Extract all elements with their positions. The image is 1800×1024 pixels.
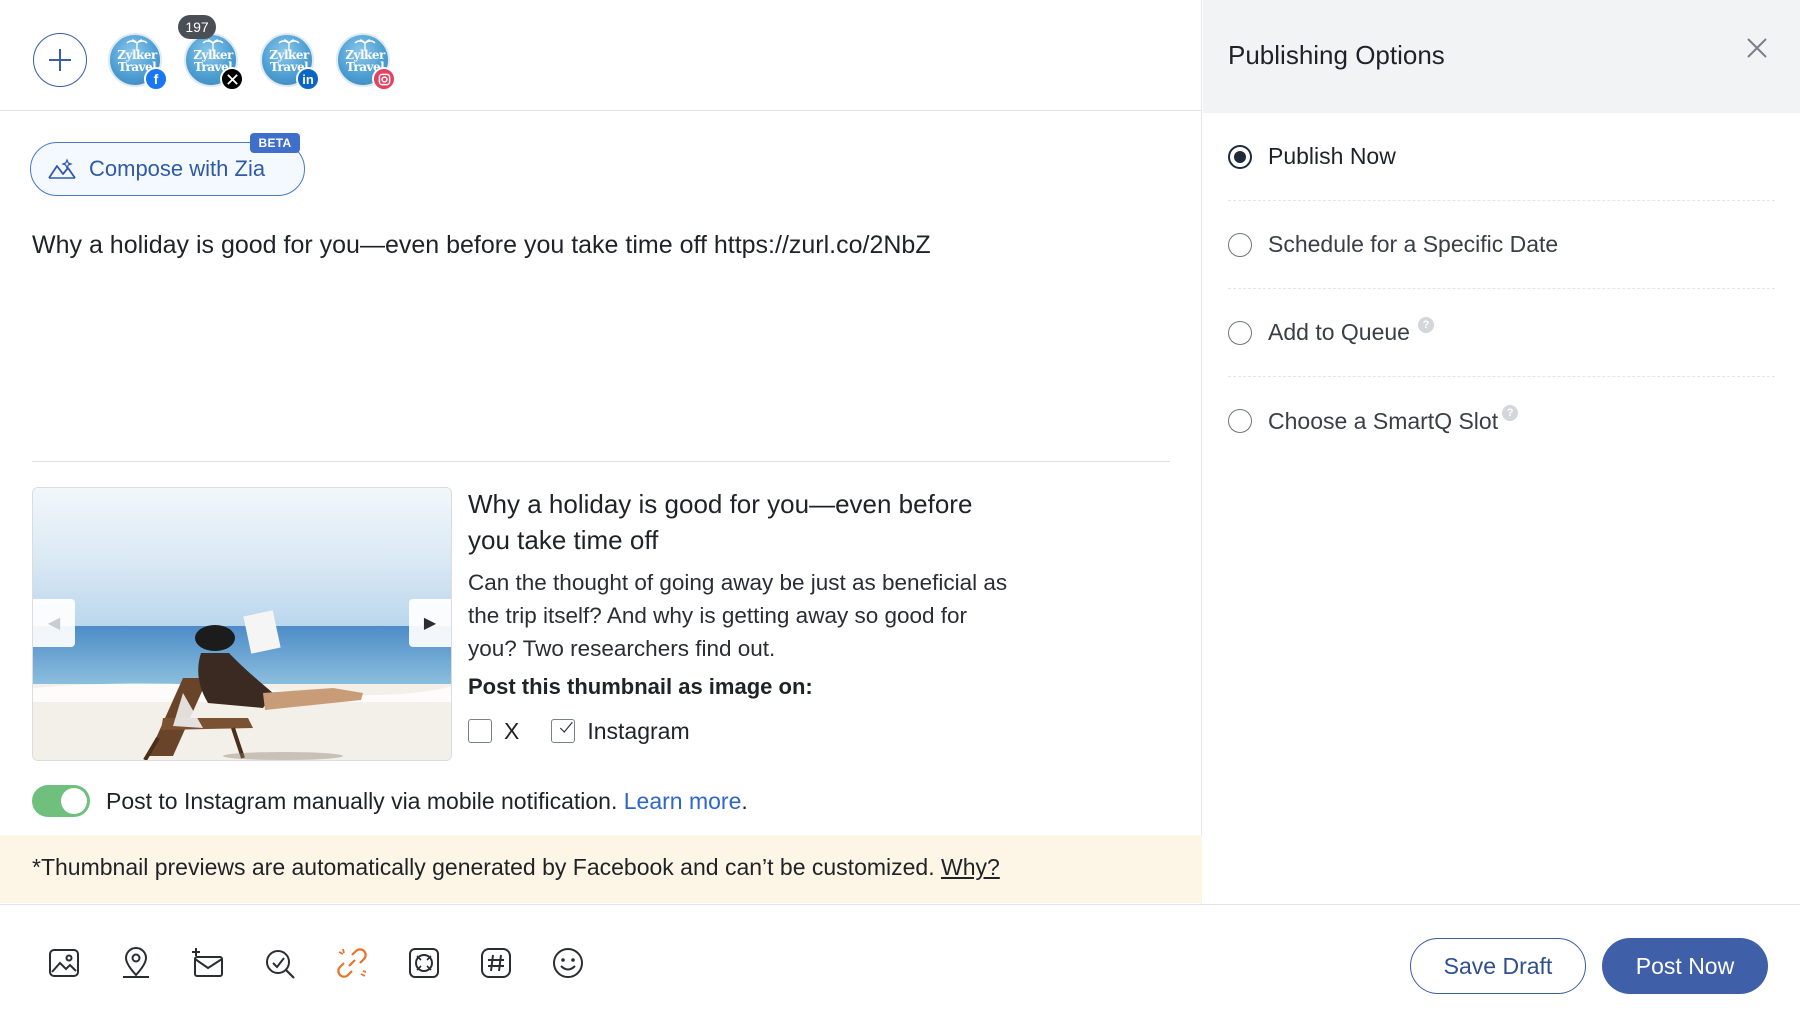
tag-search-icon — [266, 950, 295, 979]
publishing-options-panel: Publishing Options Publish Now Schedule … — [1203, 0, 1800, 904]
option-smartq-slot[interactable]: Choose a SmartQ Slot ? — [1228, 377, 1775, 465]
account-avatar-instagram[interactable]: Zylker Travel — [336, 33, 396, 91]
tag-search-button[interactable] — [260, 943, 300, 983]
compose-with-zia-label: Compose with Zia — [89, 156, 266, 181]
radio-icon — [1228, 409, 1252, 433]
instagram-manual-text: Post to Instagram manually via mobile no… — [106, 787, 748, 814]
option-schedule[interactable]: Schedule for a Specific Date — [1228, 201, 1775, 289]
linkedin-icon: in — [296, 67, 320, 91]
hashtag-button[interactable] — [476, 943, 516, 983]
thumbnail-next-button[interactable]: ▶ — [409, 599, 451, 647]
link-shortener-button[interactable] — [332, 943, 372, 983]
option-label: Choose a SmartQ Slot — [1268, 407, 1499, 434]
add-account-button[interactable] — [33, 33, 87, 87]
checkbox-instagram-label: Instagram — [587, 717, 690, 744]
radio-selected-icon — [1228, 144, 1252, 169]
link-shortener-icon — [337, 948, 367, 978]
option-add-to-queue[interactable]: Add to Queue ? — [1228, 289, 1775, 377]
instagram-manual-row: Post to Instagram manually via mobile no… — [32, 785, 748, 817]
instagram-manual-toggle[interactable] — [32, 785, 90, 817]
facebook-icon: f — [144, 67, 168, 91]
emoji-button[interactable] — [548, 943, 588, 983]
checkbox-x-label: X — [504, 717, 520, 744]
location-icon — [123, 947, 149, 978]
checkmark-icon — [560, 721, 574, 733]
thumbnail-prev-button[interactable]: ◀ — [33, 599, 75, 647]
thumbnail-post-label: Post this thumbnail as image on: — [468, 674, 813, 699]
add-image-button[interactable] — [44, 943, 84, 983]
beach-thumbnail-image — [33, 488, 451, 760]
beta-badge: BETA — [250, 133, 300, 153]
checkbox-instagram[interactable]: Instagram — [551, 717, 690, 745]
account-avatar-x[interactable]: Zylker Travel 197 — [178, 15, 244, 91]
post-text-area[interactable]: Why a holiday is good for you—even befor… — [32, 228, 1162, 262]
radio-icon — [1228, 232, 1252, 257]
thumbnail-network-options: X Instagram — [468, 716, 722, 746]
hashtag-icon — [481, 948, 511, 978]
option-label: Add to Queue — [1268, 319, 1410, 345]
thumbnail-notice: *Thumbnail previews are automatically ge… — [0, 835, 1202, 903]
close-icon[interactable] — [1742, 33, 1772, 63]
option-publish-now[interactable]: Publish Now — [1228, 113, 1775, 201]
option-label: Publish Now — [1268, 143, 1396, 169]
link-preview-title: Why a holiday is good for you—even befor… — [468, 489, 973, 555]
accounts-bar: Zylker Travel f Zylker Travel 197 Zylker… — [0, 0, 1202, 111]
radio-icon — [1228, 320, 1252, 345]
photo-filter-button[interactable] — [404, 943, 444, 983]
image-icon — [49, 949, 79, 977]
publishing-options-title: Publishing Options — [1228, 40, 1445, 70]
help-icon[interactable]: ? — [1417, 316, 1434, 333]
plus-icon — [49, 49, 71, 71]
photo-filter-icon — [409, 948, 439, 978]
save-draft-button[interactable]: Save Draft — [1410, 938, 1586, 994]
emoji-icon — [553, 948, 583, 978]
help-icon[interactable]: ? — [1502, 405, 1519, 421]
notice-why-link[interactable]: Why? — [941, 854, 1000, 880]
checkbox-box — [468, 719, 492, 743]
learn-more-link[interactable]: Learn more — [624, 788, 742, 814]
zia-icon — [48, 158, 76, 179]
account-count-badge: 197 — [178, 15, 216, 39]
add-location-button[interactable] — [116, 943, 156, 983]
add-mail-icon — [192, 948, 223, 977]
instagram-icon — [372, 67, 396, 91]
composer-divider — [32, 461, 1170, 462]
publishing-options-header: Publishing Options — [1203, 0, 1800, 113]
notice-text: *Thumbnail previews are automatically ge… — [32, 854, 1000, 880]
checkbox-x[interactable]: X — [468, 718, 519, 745]
account-avatar-linkedin[interactable]: Zylker Travel in — [260, 33, 320, 91]
checkbox-box-checked — [551, 719, 576, 743]
post-now-button[interactable]: Post Now — [1602, 938, 1768, 994]
composer-panel: Zylker Travel f Zylker Travel 197 Zylker… — [0, 0, 1202, 904]
link-preview-thumbnail: ◀ ▶ — [32, 487, 452, 761]
link-preview-description: Can the thought of going away be just as… — [468, 570, 1008, 661]
account-avatar-facebook[interactable]: Zylker Travel f — [108, 33, 168, 91]
x-icon — [220, 67, 244, 91]
bottom-toolbar: Save Draft Post Now — [0, 904, 1800, 1024]
option-label: Schedule for a Specific Date — [1268, 231, 1559, 257]
add-mail-button[interactable] — [188, 943, 228, 983]
